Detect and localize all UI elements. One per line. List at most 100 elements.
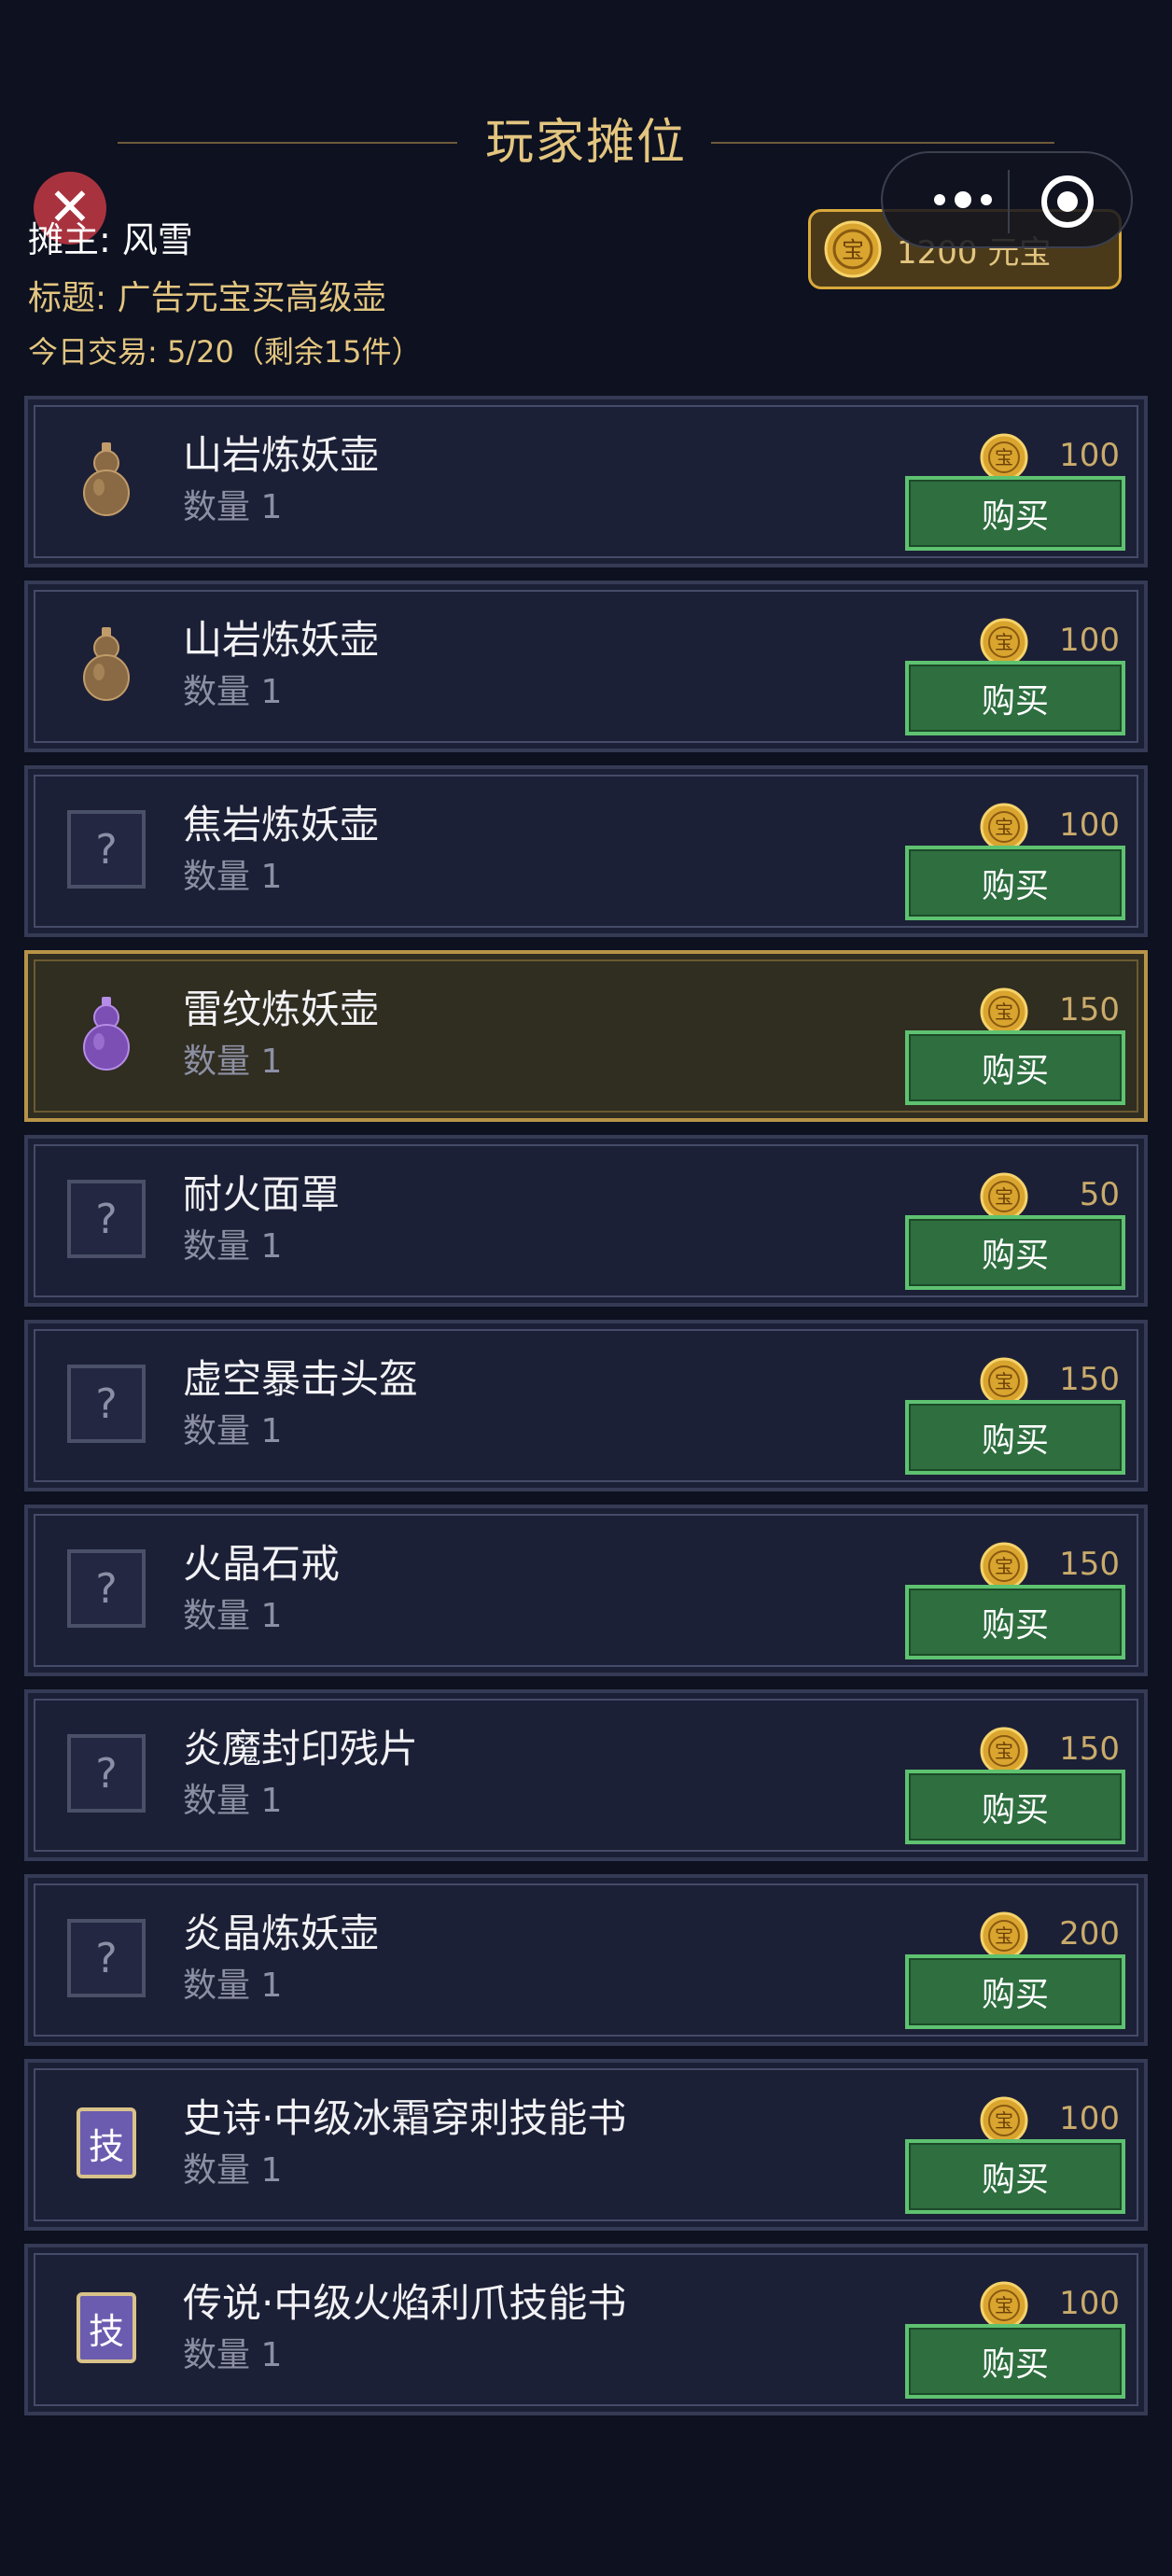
svg-text:宝: 宝	[995, 631, 1013, 653]
item-name: 山岩炼妖壶	[183, 617, 380, 663]
item-price: 150	[1059, 1361, 1120, 1398]
item-name: 虚空暴击头盔	[183, 1356, 419, 1402]
buy-button[interactable]: 购买	[905, 1400, 1125, 1475]
coin-icon: 宝	[980, 618, 1028, 666]
exit-target-icon[interactable]	[1041, 175, 1094, 228]
more-dots-icon-center	[955, 191, 971, 208]
item-quantity: 数量 1	[183, 858, 283, 896]
item-price: 100	[1059, 437, 1120, 474]
unknown-item-icon: ?	[67, 1549, 146, 1628]
stall-item-card: ? 火晶石戒 数量 1 宝 150 购买	[24, 1505, 1148, 1676]
stall-item-card: 技 传说·中级火焰利爪技能书 数量 1 宝 100 购买	[24, 2244, 1148, 2415]
item-price: 200	[1059, 1915, 1120, 1953]
svg-text:宝: 宝	[995, 1555, 1013, 1577]
item-name: 焦岩炼妖壶	[183, 802, 380, 847]
svg-text:宝: 宝	[995, 2109, 1013, 2132]
stall-item-card: ? 焦岩炼妖壶 数量 1 宝 100 购买	[24, 765, 1148, 937]
more-menu-button[interactable]	[916, 181, 1010, 218]
coin-icon: 宝	[980, 1911, 1028, 1960]
mini-program-capsule	[881, 151, 1133, 248]
coin-icon: 宝	[980, 1172, 1028, 1221]
unknown-item-icon: ?	[67, 1919, 146, 1997]
coin-icon: 宝	[980, 1357, 1028, 1406]
item-quantity: 数量 1	[183, 488, 283, 526]
coin-icon: 宝	[980, 433, 1028, 482]
stall-item-card: 雷纹炼妖壶 数量 1 宝 150 购买	[24, 950, 1148, 1122]
stall-title: 标题: 广告元宝买高级壶	[28, 279, 386, 317]
item-quantity: 数量 1	[183, 1597, 283, 1635]
buy-button[interactable]: 购买	[905, 1030, 1125, 1105]
item-price: 150	[1059, 1546, 1120, 1583]
skill-book-icon: 技	[77, 2107, 136, 2178]
buy-button[interactable]: 购买	[905, 1954, 1125, 2029]
item-price: 100	[1059, 622, 1120, 659]
item-name: 耐火面罩	[183, 1171, 341, 1217]
item-price: 100	[1059, 2285, 1120, 2322]
stall-item-card: 山岩炼妖壶 数量 1 宝 100 购买	[24, 396, 1148, 567]
item-price: 50	[1079, 1176, 1120, 1213]
item-list: 山岩炼妖壶 数量 1 宝 100 购买 山岩炼妖壶 数量 1 宝 100 购买 …	[24, 396, 1148, 2429]
coin-icon: 宝	[980, 1542, 1028, 1590]
item-quantity: 数量 1	[183, 1782, 283, 1820]
item-quantity: 数量 1	[183, 1412, 283, 1450]
coin-icon: 宝	[980, 987, 1028, 1036]
item-name: 炎晶炼妖壶	[183, 1911, 380, 1956]
item-price: 150	[1059, 1730, 1120, 1768]
item-quantity: 数量 1	[183, 673, 283, 711]
svg-text:宝: 宝	[995, 446, 1013, 469]
gourd-icon	[67, 441, 146, 519]
item-price: 150	[1059, 991, 1120, 1029]
svg-text:宝: 宝	[995, 1925, 1013, 1947]
buy-button[interactable]: 购买	[905, 2324, 1125, 2399]
svg-text:宝: 宝	[995, 1185, 1013, 1208]
trade-info: 今日交易: 5/20（剩余15件）	[28, 334, 422, 370]
item-name: 雷纹炼妖壶	[183, 987, 380, 1032]
buy-button[interactable]: 购买	[905, 1215, 1125, 1290]
buy-button[interactable]: 购买	[905, 2139, 1125, 2214]
stall-item-card: ? 虚空暴击头盔 数量 1 宝 150 购买	[24, 1320, 1148, 1491]
unknown-item-icon: ?	[67, 810, 146, 889]
skill-book-icon: 技	[77, 2292, 136, 2363]
coin-icon: 宝	[824, 220, 882, 278]
svg-text:宝: 宝	[995, 1740, 1013, 1762]
more-dots-icon	[934, 194, 945, 205]
item-quantity: 数量 1	[183, 1043, 283, 1081]
coin-icon: 宝	[980, 2096, 1028, 2145]
stall-item-card: 技 史诗·中级冰霜穿刺技能书 数量 1 宝 100 购买	[24, 2059, 1148, 2231]
svg-text:宝: 宝	[842, 237, 864, 263]
unknown-item-icon: ?	[67, 1734, 146, 1813]
item-name: 火晶石戒	[183, 1541, 341, 1587]
buy-button[interactable]: 购买	[905, 1770, 1125, 1844]
stall-item-card: 山岩炼妖壶 数量 1 宝 100 购买	[24, 581, 1148, 752]
stall-owner: 摊主: 风雪	[28, 219, 193, 260]
svg-text:宝: 宝	[995, 2294, 1013, 2317]
coin-icon: 宝	[980, 803, 1028, 851]
capsule-divider	[1008, 170, 1010, 233]
unknown-item-icon: ?	[67, 1180, 146, 1258]
stall-item-card: ? 炎晶炼妖壶 数量 1 宝 200 购买	[24, 1874, 1148, 2046]
item-name: 炎魔封印残片	[183, 1726, 419, 1771]
coin-icon: 宝	[980, 2281, 1028, 2330]
item-quantity: 数量 1	[183, 2151, 283, 2190]
title-divider-right	[711, 142, 1054, 144]
svg-text:宝: 宝	[995, 1001, 1013, 1023]
item-price: 100	[1059, 2100, 1120, 2137]
item-quantity: 数量 1	[183, 1967, 283, 2005]
buy-button[interactable]: 购买	[905, 1585, 1125, 1659]
svg-text:宝: 宝	[995, 1370, 1013, 1393]
gourd-icon	[67, 625, 146, 704]
item-price: 100	[1059, 806, 1120, 844]
purple-gourd-icon	[67, 995, 146, 1073]
item-quantity: 数量 1	[183, 2336, 283, 2374]
item-name: 山岩炼妖壶	[183, 432, 380, 478]
stall-item-card: ? 炎魔封印残片 数量 1 宝 150 购买	[24, 1689, 1148, 1861]
unknown-item-icon: ?	[67, 1365, 146, 1443]
item-name: 传说·中级火焰利爪技能书	[183, 2280, 627, 2326]
buy-button[interactable]: 购买	[905, 476, 1125, 551]
more-dots-icon-right	[981, 194, 992, 205]
item-quantity: 数量 1	[183, 1227, 283, 1266]
buy-button[interactable]: 购买	[905, 661, 1125, 735]
stall-item-card: ? 耐火面罩 数量 1 宝 50 购买	[24, 1135, 1148, 1307]
buy-button[interactable]: 购买	[905, 846, 1125, 920]
item-name: 史诗·中级冰霜穿刺技能书	[183, 2095, 627, 2141]
